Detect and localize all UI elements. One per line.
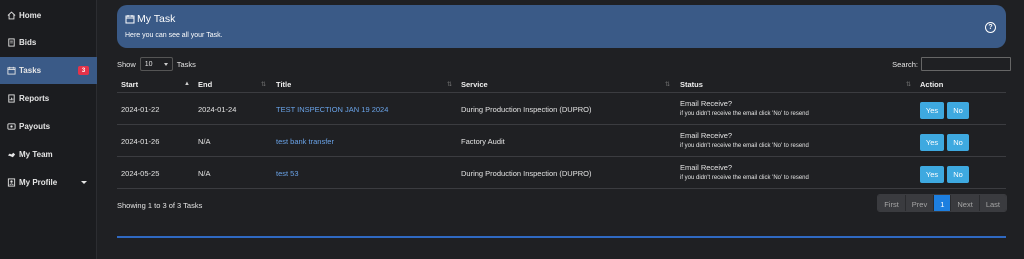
calendar-icon (125, 15, 135, 24)
sidebar-item-bids[interactable]: Bids (0, 29, 97, 56)
end-date: N/A (198, 169, 211, 178)
page-length-control: Show 10 Tasks (117, 57, 196, 71)
status-hint: if you didn't receive the email click 'N… (680, 175, 809, 181)
page-length-select[interactable]: 10 (139, 57, 173, 71)
service: Factory Audit (461, 137, 505, 146)
status-hint: if you didn't receive the email click 'N… (680, 111, 809, 117)
sort-icon: ⇅ (665, 82, 671, 88)
pagination-page-1[interactable]: 1 (934, 195, 952, 211)
sidebar-item-label: My Profile (19, 178, 58, 187)
page-length-value: 10 (144, 60, 153, 68)
page-header: My Task Here you can see all your Task. … (117, 5, 1006, 48)
status-hint: if you didn't receive the email click 'N… (680, 143, 809, 149)
table-row: 2024-05-25 N/A test 53 During Production… (117, 157, 1006, 189)
start-date: 2024-01-26 (121, 137, 160, 146)
sidebar-item-label: Home (19, 11, 42, 20)
sidebar-item-label: Reports (19, 94, 50, 103)
profile-icon (7, 178, 16, 187)
chevron-down-icon (163, 62, 168, 66)
sidebar-item-payouts[interactable]: Payouts (0, 113, 97, 140)
sort-icon: ⇅ (261, 82, 267, 88)
sidebar-item-reports[interactable]: Reports (0, 85, 97, 112)
report-icon (7, 94, 16, 103)
yes-button[interactable]: Yes (920, 166, 944, 183)
start-date: 2024-05-25 (121, 169, 160, 178)
sidebar-item-label: Bids (19, 38, 37, 47)
entries-label: Tasks (176, 59, 196, 69)
no-button[interactable]: No (947, 166, 969, 183)
column-header-end[interactable]: End (198, 80, 212, 89)
bids-icon (7, 38, 16, 47)
column-header-title[interactable]: Title (276, 80, 291, 89)
column-header-action: Action (920, 80, 944, 89)
tasks-table: Start ▲ End ⇅ Title ⇅ Service ⇅ Status ⇅… (117, 76, 1006, 189)
page-title: My Task (125, 13, 175, 25)
sidebar-item-label: Tasks (19, 66, 42, 75)
sort-icon: ⇅ (906, 82, 912, 88)
column-header-status[interactable]: Status (680, 80, 703, 89)
sidebar-item-home[interactable]: Home (0, 2, 97, 29)
table-info: Showing 1 to 3 of 3 Tasks (117, 201, 203, 210)
no-button[interactable]: No (947, 102, 969, 119)
search-input[interactable] (921, 57, 1011, 71)
end-date: N/A (198, 137, 211, 146)
search-label: Search: (892, 59, 918, 69)
task-title-link[interactable]: TEST INSPECTION JAN 19 2024 (276, 105, 388, 114)
page-title-text: My Task (137, 13, 176, 25)
status-question: Email Receive? (680, 163, 733, 172)
handshake-icon (7, 150, 16, 159)
task-title-link[interactable]: test bank transfer (276, 137, 334, 146)
yes-button[interactable]: Yes (920, 102, 944, 119)
yes-button[interactable]: Yes (920, 134, 944, 151)
service: During Production Inspection (DUPRO) (461, 169, 592, 178)
pagination: First Prev 1 Next Last (877, 194, 1007, 212)
show-label: Show (117, 59, 136, 69)
home-icon (7, 11, 16, 20)
sidebar-item-my-team[interactable]: My Team (0, 141, 97, 168)
divider (117, 236, 1006, 238)
pagination-first[interactable]: First (878, 195, 906, 211)
main-content: My Task Here you can see all your Task. … (110, 0, 1014, 259)
sidebar-item-my-profile[interactable]: My Profile (0, 169, 97, 196)
start-date: 2024-01-22 (121, 105, 160, 114)
sort-icon: ⇅ (447, 82, 453, 88)
tasks-count-badge: 3 (78, 66, 89, 75)
no-button[interactable]: No (947, 134, 969, 151)
task-title-link[interactable]: test 53 (276, 169, 299, 178)
table-row: 2024-01-22 2024-01-24 TEST INSPECTION JA… (117, 93, 1006, 125)
chevron-down-icon (81, 181, 87, 184)
table-row: 2024-01-26 N/A test bank transfer Factor… (117, 125, 1006, 157)
pagination-prev[interactable]: Prev (905, 195, 935, 211)
service: During Production Inspection (DUPRO) (461, 105, 592, 114)
calendar-icon (7, 66, 16, 75)
sidebar-item-label: Payouts (19, 122, 51, 131)
pagination-next[interactable]: Next (951, 195, 980, 211)
pagination-last[interactable]: Last (979, 195, 1006, 211)
column-header-start[interactable]: Start (121, 80, 138, 89)
end-date: 2024-01-24 (198, 105, 237, 114)
sidebar: Home Bids Tasks 3 Reports Payouts My Tea… (0, 0, 97, 259)
page-subtitle: Here you can see all your Task. (125, 32, 223, 39)
status-question: Email Receive? (680, 99, 733, 108)
payout-icon (7, 122, 16, 131)
sidebar-item-tasks[interactable]: Tasks 3 (0, 57, 97, 84)
sidebar-item-label: My Team (19, 150, 53, 159)
table-header: Start ▲ End ⇅ Title ⇅ Service ⇅ Status ⇅… (117, 76, 1006, 93)
status-question: Email Receive? (680, 131, 733, 140)
search-control: Search: (892, 57, 1011, 71)
column-header-service[interactable]: Service (461, 80, 488, 89)
sort-asc-icon: ▲ (184, 81, 190, 87)
help-icon[interactable]: ? (985, 22, 996, 33)
